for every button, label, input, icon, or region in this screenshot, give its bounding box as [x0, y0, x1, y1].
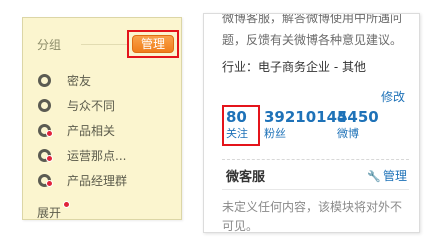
module-manage-label: 管理 [382, 169, 407, 183]
manage-highlight-box: 管理 [127, 30, 179, 58]
location-pin-new-icon [37, 173, 53, 189]
group-panel: 分组 管理 密友 与众不同 产品相关 运营那点... 产品经理群 展开 [22, 17, 182, 220]
group-item-label: 密友 [67, 74, 92, 88]
location-pin-new-icon [37, 123, 53, 139]
location-pin-icon [37, 73, 53, 89]
wrench-icon: 🔧 [367, 170, 381, 183]
group-header-label: 分组 [37, 38, 62, 52]
new-dot-icon [46, 179, 53, 187]
group-item-miyou[interactable]: 密友 [37, 68, 177, 93]
group-item-label: 运营那点... [67, 149, 127, 163]
group-item-label: 与众不同 [67, 99, 116, 113]
new-dot-icon [46, 129, 53, 137]
location-pin-icon [37, 98, 53, 114]
follow-stat[interactable]: 80 关注 [226, 108, 248, 141]
module-note-line: 未定义任何内容，该模块将对外不 [222, 200, 403, 214]
manage-groups-button[interactable]: 管理 [132, 35, 174, 53]
module-note-line: 可见。 [222, 219, 259, 233]
group-item-label: 产品相关 [67, 124, 116, 138]
module-divider [222, 189, 409, 190]
fans-count: 39210145 [264, 108, 348, 126]
profile-description-line: 题，反馈有关微博各种意见建议。 [222, 33, 403, 47]
new-dot-icon [63, 201, 70, 208]
module-title: 微客服 [226, 170, 266, 185]
location-pin-new-icon [37, 148, 53, 164]
group-header: 分组 管理 [37, 30, 179, 58]
group-item-chanpin[interactable]: 产品相关 [37, 118, 177, 143]
industry-text: 行业：电子商务企业 - 其他 [222, 60, 366, 74]
group-item-label: 产品经理群 [67, 174, 128, 188]
new-dot-icon [46, 154, 53, 162]
expand-link[interactable]: 展开 [37, 204, 61, 221]
weibo-count: 4450 [337, 108, 379, 126]
group-item-pm[interactable]: 产品经理群 [37, 168, 177, 193]
weibo-stat[interactable]: 4450 微博 [337, 108, 379, 141]
fans-stat[interactable]: 39210145 粉丝 [264, 108, 348, 141]
weibo-label: 微博 [337, 127, 359, 140]
fans-label: 粉丝 [264, 127, 286, 140]
follow-label: 关注 [226, 127, 248, 140]
group-list: 密友 与众不同 产品相关 运营那点... 产品经理群 [37, 68, 177, 193]
group-item-yunying[interactable]: 运营那点... [37, 143, 177, 168]
section-divider [222, 159, 409, 160]
group-item-yuzhongbutong[interactable]: 与众不同 [37, 93, 177, 118]
header-divider [81, 44, 131, 45]
edit-profile-link[interactable]: 修改 [381, 88, 405, 105]
follow-count: 80 [226, 108, 247, 126]
profile-panel: 微博客服，解答微博使用中所遇问 题，反馈有关微博各种意见建议。 行业：电子商务企… [203, 13, 420, 233]
module-manage-link[interactable]: 🔧 管理 [367, 167, 407, 184]
profile-description-line: 微博客服，解答微博使用中所遇问 [222, 13, 403, 25]
profile-stats: 80 关注 39210145 粉丝 4450 微博 [222, 105, 412, 148]
